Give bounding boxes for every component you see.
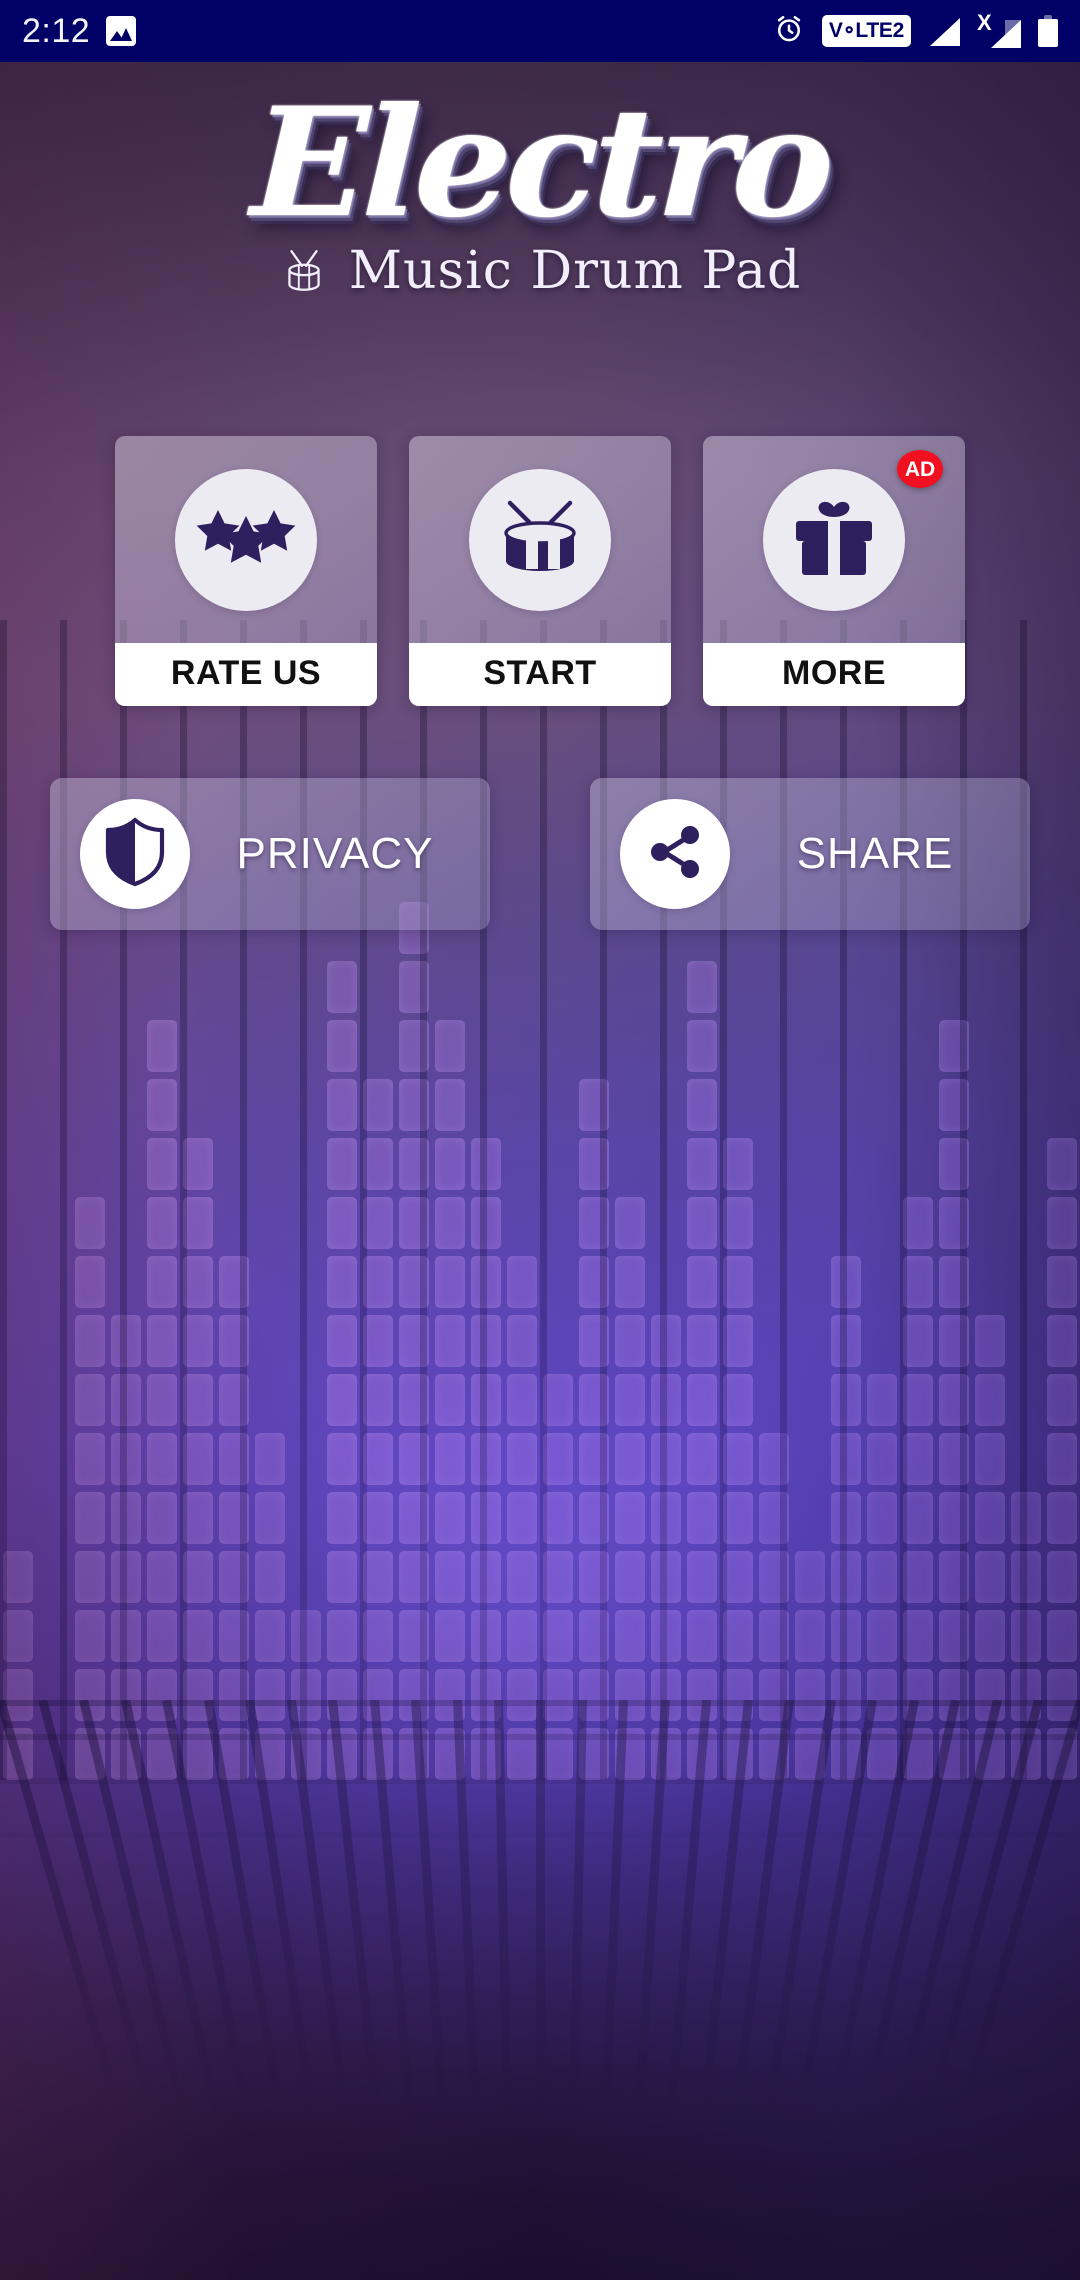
ad-badge: AD bbox=[897, 450, 943, 488]
drum-sticks-icon bbox=[492, 489, 588, 590]
battery-icon bbox=[1038, 15, 1058, 47]
signal-no-service-icon: X bbox=[977, 10, 1021, 48]
privacy-icon-circle bbox=[80, 799, 190, 909]
status-bar: 2:12 V∘LTE2 X bbox=[0, 0, 1080, 62]
rate-us-button[interactable]: RATE US bbox=[115, 436, 377, 706]
privacy-button[interactable]: PRIVACY bbox=[50, 778, 490, 930]
app-screen: 2:12 V∘LTE2 X Electro Music Drum Pad RAT… bbox=[0, 0, 1080, 2280]
start-icon-area bbox=[409, 436, 671, 643]
background-vignette bbox=[0, 0, 1080, 2280]
share-nodes-icon bbox=[642, 819, 708, 890]
signal-bars-icon bbox=[928, 16, 960, 46]
drum-icon bbox=[279, 245, 329, 297]
signal-partial-bars bbox=[989, 18, 1021, 48]
start-button[interactable]: START bbox=[409, 436, 671, 706]
status-bar-clock: 2:12 bbox=[22, 11, 91, 50]
gift-box-icon bbox=[788, 491, 880, 588]
secondary-action-pills: PRIVACY SHARE bbox=[0, 778, 1080, 930]
rate-us-icon-area bbox=[115, 436, 377, 643]
photo-icon bbox=[106, 16, 137, 46]
privacy-label: PRIVACY bbox=[236, 829, 434, 878]
start-label: START bbox=[409, 643, 671, 706]
shield-icon bbox=[102, 816, 168, 893]
share-icon-circle bbox=[620, 799, 730, 909]
rate-us-icon-circle bbox=[175, 468, 317, 611]
app-logo-title: Electro bbox=[248, 75, 832, 251]
alarm-clock-icon bbox=[773, 13, 805, 50]
more-button[interactable]: AD MORE bbox=[703, 436, 965, 706]
more-label: MORE bbox=[703, 643, 965, 706]
status-bar-left: 2:12 bbox=[22, 11, 137, 51]
share-button[interactable]: SHARE bbox=[590, 778, 1030, 930]
rate-us-label: RATE US bbox=[115, 643, 377, 706]
primary-action-tiles: RATE US START AD MORE bbox=[0, 436, 1080, 706]
brand-header: Electro Music Drum Pad bbox=[0, 75, 1080, 301]
start-icon-circle bbox=[469, 468, 611, 611]
volte-indicator: V∘LTE2 bbox=[821, 15, 911, 47]
share-label: SHARE bbox=[796, 829, 954, 878]
status-bar-right: V∘LTE2 X bbox=[773, 10, 1058, 50]
three-stars-icon bbox=[194, 504, 298, 575]
more-icon-circle bbox=[763, 468, 905, 611]
background bbox=[0, 0, 1080, 2280]
